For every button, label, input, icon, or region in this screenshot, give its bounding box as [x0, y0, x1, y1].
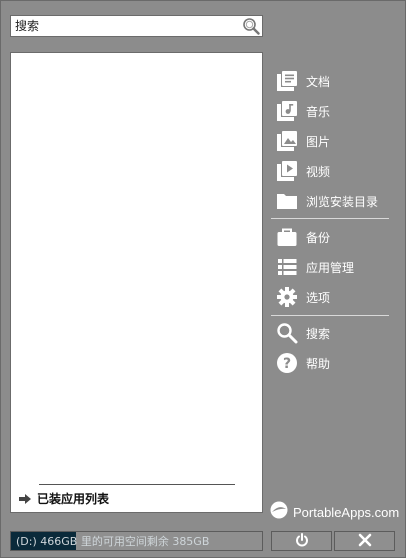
storage-bar: (D:) 466GB 里的可用空间剩余 385GB: [10, 531, 263, 551]
menu-item-help[interactable]: ? 帮助: [273, 350, 393, 376]
menu-item-music[interactable]: 音乐: [273, 98, 393, 124]
app-list-panel[interactable]: 已装应用列表: [10, 52, 263, 513]
storage-text: (D:) 466GB 里的可用空间剩余 385GB: [16, 535, 210, 548]
pictures-icon: [275, 129, 299, 153]
magnifier-icon: [275, 321, 299, 345]
svg-text:?: ?: [283, 356, 291, 372]
search-input[interactable]: [11, 16, 241, 36]
menu-label-pictures: 图片: [306, 134, 331, 149]
menu-label-search: 搜索: [306, 326, 331, 341]
menu-label-backup: 备份: [306, 230, 331, 245]
portableapps-brand[interactable]: PortableApps.com: [269, 501, 399, 523]
menu-item-backup[interactable]: 备份: [273, 224, 393, 250]
folder-icon: [275, 189, 299, 213]
menu-item-search[interactable]: 搜索: [273, 320, 393, 346]
briefcase-icon: [275, 225, 299, 249]
power-icon: [295, 532, 309, 551]
list-divider: [39, 484, 235, 485]
portableapps-logo-icon: [269, 500, 289, 524]
menu-separator: [271, 218, 389, 219]
menu-item-documents[interactable]: 文档: [273, 68, 393, 94]
menu-label-videos: 视频: [306, 164, 331, 179]
search-icon[interactable]: [241, 16, 261, 36]
menu-label-music: 音乐: [306, 104, 331, 119]
music-icon: [275, 99, 299, 123]
menu-separator: [271, 315, 389, 316]
close-button[interactable]: [334, 531, 395, 551]
menu-item-app-manage[interactable]: 应用管理: [273, 254, 393, 280]
menu-item-videos[interactable]: 视频: [273, 158, 393, 184]
menu-label-browse: 浏览安装目录: [306, 194, 379, 209]
menu-item-browse-folder[interactable]: 浏览安装目录: [273, 188, 393, 214]
brand-text: PortableApps.com: [293, 504, 400, 520]
close-icon: [358, 532, 372, 551]
installed-apps-toggle[interactable]: 已装应用列表: [19, 489, 109, 507]
power-button[interactable]: [271, 531, 332, 551]
search-box: [10, 15, 263, 37]
videos-icon: [275, 159, 299, 183]
gear-icon: [275, 285, 299, 309]
menu-item-options[interactable]: 选项: [273, 284, 393, 310]
menu-label-options: 选项: [306, 290, 331, 305]
documents-icon: [275, 69, 299, 93]
menu-item-pictures[interactable]: 图片: [273, 128, 393, 154]
arrow-right-icon: [19, 489, 31, 508]
help-icon: ?: [275, 351, 299, 375]
menu-label-documents: 文档: [306, 74, 331, 89]
installed-apps-label: 已装应用列表: [37, 491, 110, 506]
list-icon: [275, 255, 299, 279]
menu-label-app-manage: 应用管理: [306, 260, 355, 275]
launcher-window: 已装应用列表 文档 音乐: [0, 0, 406, 558]
menu-label-help: 帮助: [306, 356, 331, 371]
